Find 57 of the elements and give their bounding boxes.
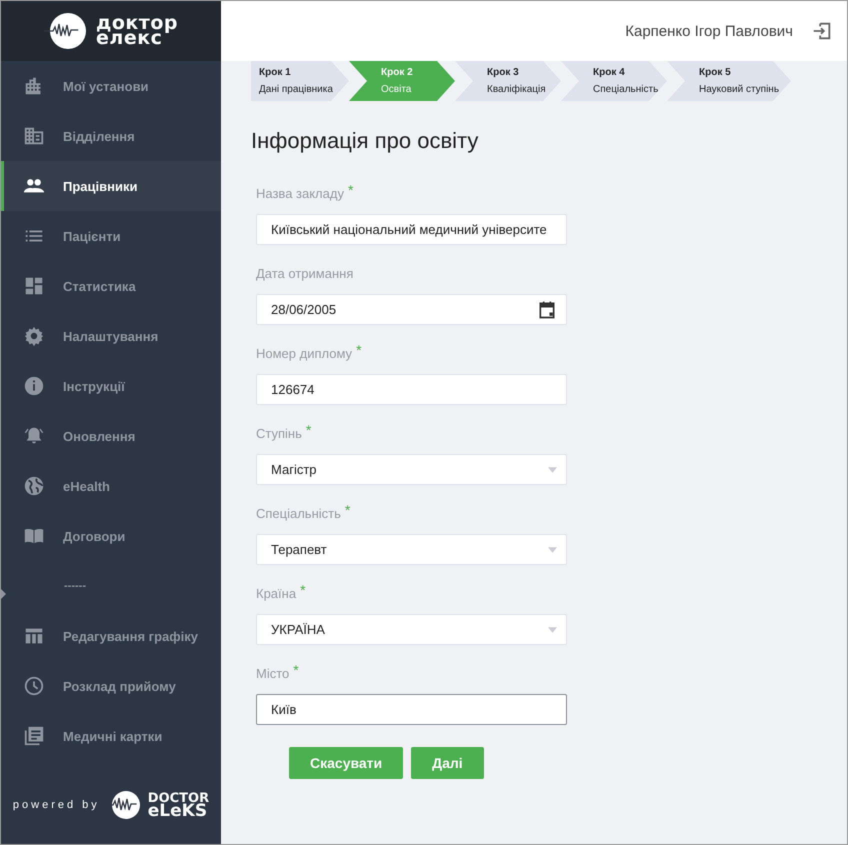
date-field[interactable]: 28/06/2005 — [256, 294, 567, 325]
step-tab[interactable]: Крок 3 Кваліфікація — [455, 61, 561, 101]
dropdown[interactable]: УКРАЇНА — [256, 614, 567, 645]
input-field[interactable]: Київський національний медичний університе — [256, 214, 567, 245]
sidebar-item[interactable]: Працівники — [1, 161, 221, 211]
sidebar-item[interactable]: Редагування графіку — [1, 611, 221, 661]
logout-icon[interactable] — [811, 20, 833, 42]
sidebar-item[interactable]: Розклад прийому — [1, 661, 221, 711]
step-tab[interactable]: Крок 2 Освіта — [349, 61, 455, 101]
required-mark: * — [348, 182, 354, 198]
dashboard-icon — [23, 275, 45, 297]
notes-icon — [23, 725, 45, 747]
menu-divider-text: ------ — [64, 580, 86, 592]
office-building-icon — [23, 125, 45, 147]
sidebar-item[interactable]: Оновлення — [1, 411, 221, 461]
globe-icon — [23, 475, 45, 497]
sidebar-item[interactable]: Мої установи — [1, 61, 221, 111]
brand-text: eLeKS — [148, 805, 208, 818]
user-name: Карпенко Ігор Павлович — [625, 22, 793, 40]
required-mark: * — [306, 422, 312, 438]
field-label: Ступінь — [256, 426, 302, 441]
sidebar-item[interactable]: Налаштування — [1, 311, 221, 361]
sidebar-item[interactable]: Пацієнти — [1, 211, 221, 261]
step-tab[interactable]: Крок 4 Спеціальність — [561, 61, 667, 101]
collapse-handle-icon[interactable] — [1, 589, 6, 599]
sidebar-item[interactable]: Відділення — [1, 111, 221, 161]
step-tab[interactable]: Крок 1 Дані працівника — [251, 61, 349, 101]
field-label: Місто — [256, 666, 290, 681]
required-mark: * — [344, 502, 350, 518]
required-mark: * — [293, 662, 299, 678]
clock-icon — [23, 675, 45, 697]
action-button[interactable]: Скасувати — [289, 747, 404, 779]
logo-text: елекс — [96, 31, 162, 46]
input-field[interactable]: 126674 — [256, 374, 567, 405]
action-button[interactable]: Далі — [411, 747, 484, 779]
field-label: Країна — [256, 586, 296, 601]
dropdown[interactable]: Магістр — [256, 454, 567, 485]
logo-text: доктор — [96, 16, 178, 31]
sidebar-item[interactable]: Медичні картки — [1, 711, 221, 761]
field-label: Дата отримання — [256, 266, 354, 281]
settings-icon — [23, 325, 45, 347]
input-field[interactable]: Київ — [256, 694, 567, 725]
field-label: Назва закладу — [256, 186, 344, 201]
calendar-icon[interactable] — [537, 300, 557, 320]
sidebar-item[interactable]: Статистика — [1, 261, 221, 311]
field-label: Спеціальність — [256, 506, 341, 521]
required-mark: * — [356, 342, 362, 358]
field-label: Номер диплому — [256, 346, 352, 361]
sidebar-item[interactable]: Договори — [1, 511, 221, 561]
sidebar-item[interactable]: eHealth — [1, 461, 221, 511]
info-icon — [23, 375, 45, 397]
required-mark: * — [300, 582, 306, 598]
powered-by-text: powered by — [12, 799, 100, 811]
sidebar-item[interactable]: Інструкції — [1, 361, 221, 411]
dropdown[interactable]: Терапевт — [256, 534, 567, 565]
page-title: Інформація про освіту — [251, 128, 480, 154]
step-tab[interactable]: Крок 5 Науковий ступінь — [667, 61, 791, 101]
